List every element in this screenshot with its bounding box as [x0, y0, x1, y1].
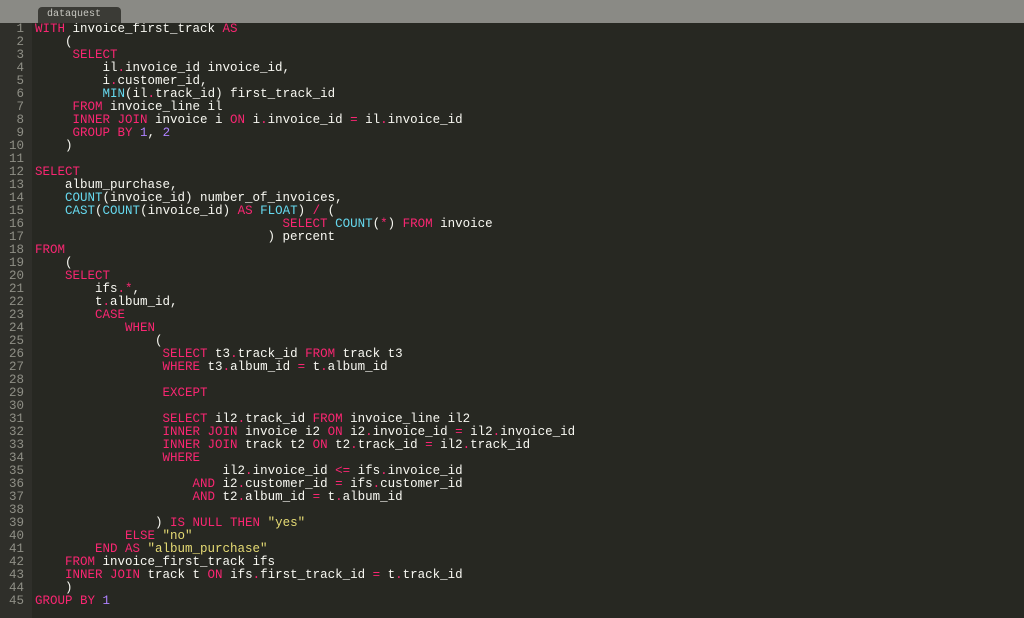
- code-line[interactable]: (: [35, 36, 1024, 49]
- code-line[interactable]: FROM: [35, 244, 1024, 257]
- code-line[interactable]: WITH invoice_first_track AS: [35, 23, 1024, 36]
- code-line[interactable]: WHEN: [35, 322, 1024, 335]
- code-line[interactable]: (: [35, 257, 1024, 270]
- code-line[interactable]: AND t2.album_id = t.album_id: [35, 491, 1024, 504]
- code-line[interactable]: GROUP BY 1, 2: [35, 127, 1024, 140]
- editor-area: 1234567891011121314151617181920212223242…: [0, 23, 1024, 618]
- code-line[interactable]: ): [35, 140, 1024, 153]
- line-number: 45: [0, 595, 24, 608]
- window-topbar: [0, 0, 1024, 7]
- code-line[interactable]: ifs.*,: [35, 283, 1024, 296]
- code-line[interactable]: EXCEPT: [35, 387, 1024, 400]
- code-line[interactable]: ) percent: [35, 231, 1024, 244]
- code-line[interactable]: t.album_id,: [35, 296, 1024, 309]
- code-line[interactable]: WHERE t3.album_id = t.album_id: [35, 361, 1024, 374]
- code-line[interactable]: SELECT: [35, 270, 1024, 283]
- code-line[interactable]: ): [35, 582, 1024, 595]
- code-line[interactable]: [35, 153, 1024, 166]
- tab-dataquest[interactable]: dataquest: [38, 7, 121, 23]
- code-line[interactable]: INNER JOIN invoice i ON i.invoice_id = i…: [35, 114, 1024, 127]
- code-line[interactable]: GROUP BY 1: [35, 595, 1024, 608]
- code-line[interactable]: CASE: [35, 309, 1024, 322]
- code-area[interactable]: WITH invoice_first_track AS ( SELECT il.…: [32, 23, 1024, 618]
- gutter: 1234567891011121314151617181920212223242…: [0, 23, 32, 618]
- code-line[interactable]: SELECT: [35, 166, 1024, 179]
- tab-label: dataquest: [47, 9, 101, 20]
- tab-bar: dataquest: [0, 7, 1024, 23]
- code-line[interactable]: INNER JOIN track t ON ifs.first_track_id…: [35, 569, 1024, 582]
